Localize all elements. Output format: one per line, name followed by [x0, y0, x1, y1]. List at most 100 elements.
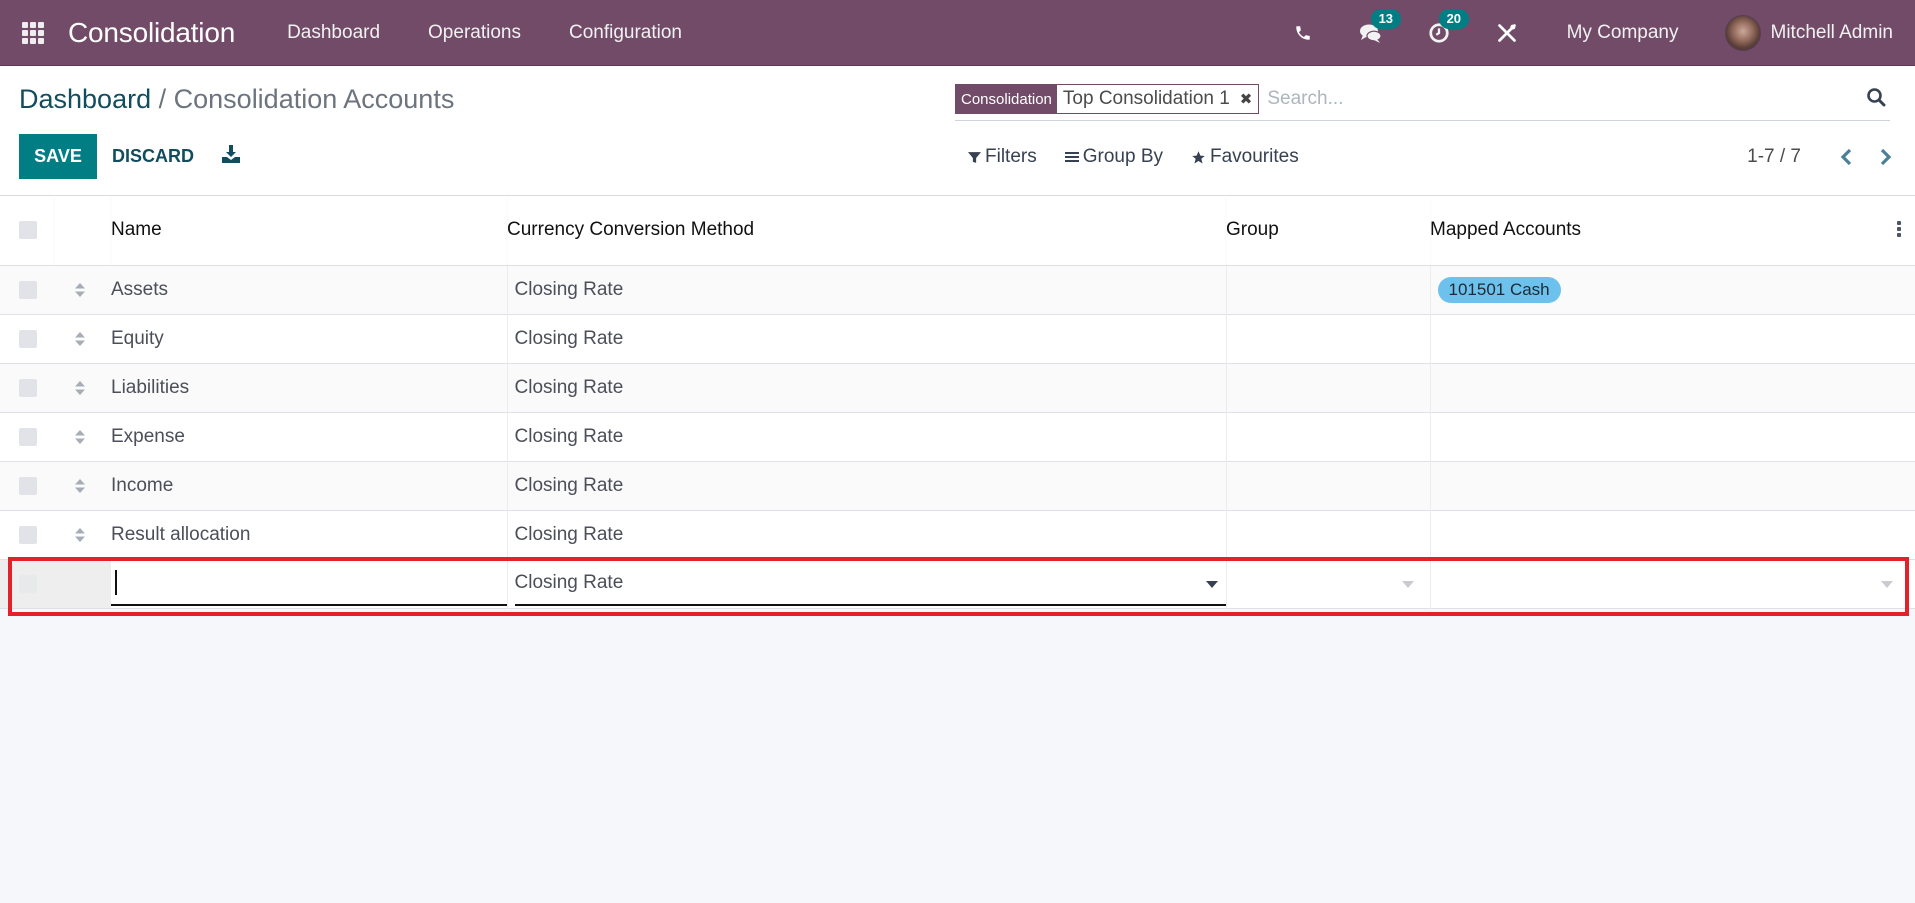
name-input[interactable] — [111, 562, 507, 606]
cell-currency-method[interactable]: Closing Rate — [506, 510, 1226, 559]
chevron-down-icon[interactable] — [1205, 580, 1218, 588]
cell-mapped-accounts[interactable] — [1429, 461, 1915, 510]
debug-tools-icon[interactable] — [1495, 21, 1519, 45]
apps-grid-icon[interactable] — [18, 18, 48, 48]
search-input[interactable] — [1267, 84, 1890, 114]
phone-icon[interactable] — [1291, 21, 1315, 45]
activities-count-badge: 20 — [1438, 9, 1470, 29]
app-title[interactable]: Consolidation — [68, 17, 235, 49]
cell-name[interactable]: Equity — [111, 314, 507, 363]
search-facet: Consolidation Top Consolidation 1 ✖ — [955, 84, 1260, 114]
row-checkbox[interactable] — [19, 378, 37, 397]
cell-mapped-accounts[interactable]: 101501 Cash — [1429, 265, 1915, 314]
row-checkbox[interactable] — [19, 525, 37, 544]
select-all-cell — [0, 196, 54, 266]
cell-name[interactable]: Liabilities — [111, 363, 507, 412]
table-header: Name Currency Conversion Method Group Ma… — [0, 196, 1915, 266]
cell-currency-method[interactable]: Closing Rate — [506, 314, 1226, 363]
systray: 13 20 My Company Mitchell Admin — [1269, 0, 1915, 66]
cell-name[interactable]: Result allocation — [111, 510, 507, 559]
search-options: Filters Group By Favourites — [968, 146, 1327, 168]
handle-cell — [54, 559, 111, 608]
menu-dashboard[interactable]: Dashboard — [287, 22, 380, 44]
column-currency-conversion[interactable]: Currency Conversion Method — [507, 196, 1226, 266]
user-menu[interactable]: Mitchell Admin — [1724, 15, 1894, 51]
cell-mapped-accounts[interactable] — [1429, 412, 1915, 461]
column-group[interactable]: Group — [1226, 196, 1430, 266]
company-switcher[interactable]: My Company — [1567, 22, 1679, 44]
cell-currency-method[interactable]: Closing Rate — [506, 461, 1226, 510]
cell-name[interactable]: Expense — [111, 412, 507, 461]
breadcrumb-dashboard-link[interactable]: Dashboard — [19, 84, 151, 114]
facet-value: Top Consolidation 1 ✖ — [1056, 85, 1259, 113]
messages-count-badge: 13 — [1370, 9, 1402, 29]
cell-group[interactable] — [1225, 265, 1430, 314]
facet-value-text: Top Consolidation 1 — [1062, 88, 1230, 109]
pager-previous-icon[interactable] — [1835, 146, 1857, 168]
accounts-table: Name Currency Conversion Method Group Ma… — [0, 196, 1915, 609]
cell-name[interactable]: Income — [111, 461, 507, 510]
group-by-toggle[interactable]: Group By — [1064, 146, 1163, 168]
cell-mapped-accounts[interactable] — [1429, 314, 1915, 363]
column-name[interactable]: Name — [111, 196, 507, 266]
download-icon[interactable] — [221, 144, 243, 166]
filters-toggle[interactable]: Filters — [968, 146, 1037, 168]
table-row[interactable]: Result allocation Closing Rate — [0, 510, 1915, 559]
table-row[interactable]: Expense Closing Rate — [0, 412, 1915, 461]
group-by-label: Group By — [1082, 146, 1163, 167]
discard-button[interactable]: DISCARD — [112, 134, 194, 179]
mapped-accounts-select[interactable] — [1438, 562, 1915, 606]
activity-clock-icon[interactable]: 20 — [1427, 9, 1470, 45]
search-icon[interactable] — [1866, 87, 1890, 111]
table-row[interactable]: Income Closing Rate — [0, 461, 1915, 510]
user-name: Mitchell Admin — [1770, 22, 1894, 43]
favourites-label: Favourites — [1210, 146, 1299, 167]
pager: 1-7 / 7 — [1747, 146, 1915, 168]
drag-handle-icon[interactable] — [72, 380, 88, 396]
accounts-list: Name Currency Conversion Method Group Ma… — [0, 196, 1915, 609]
cell-group[interactable] — [1225, 412, 1430, 461]
row-checkbox[interactable] — [19, 427, 37, 446]
filters-label: Filters — [985, 146, 1037, 167]
save-button[interactable]: SAVE — [19, 134, 97, 179]
chat-icon[interactable]: 13 — [1359, 9, 1402, 45]
table-row[interactable]: Liabilities Closing Rate — [0, 363, 1915, 412]
cell-group[interactable] — [1225, 363, 1430, 412]
chevron-down-icon[interactable] — [1401, 580, 1414, 588]
currency-method-select[interactable]: Closing Rate — [514, 562, 1226, 606]
facet-remove-icon[interactable]: ✖ — [1240, 90, 1253, 108]
column-mapped-accounts[interactable]: Mapped Accounts — [1430, 196, 1915, 266]
cell-group[interactable] — [1225, 314, 1430, 363]
row-checkbox[interactable] — [19, 280, 37, 299]
chevron-down-icon[interactable] — [1881, 580, 1893, 588]
new-record-row[interactable]: Closing Rate — [0, 559, 1915, 608]
pager-value[interactable]: 1-7 / 7 — [1747, 146, 1801, 168]
row-checkbox[interactable] — [19, 476, 37, 495]
cell-currency-method[interactable]: Closing Rate — [506, 412, 1226, 461]
drag-handle-icon[interactable] — [72, 527, 88, 543]
drag-handle-icon[interactable] — [72, 429, 88, 445]
select-all-checkbox[interactable] — [19, 221, 37, 240]
favourites-toggle[interactable]: Favourites — [1191, 146, 1299, 168]
table-row[interactable]: Assets Closing Rate 101501 Cash — [0, 265, 1915, 314]
cell-currency-method[interactable]: Closing Rate — [506, 265, 1226, 314]
cell-group[interactable] — [1225, 510, 1430, 559]
cell-name[interactable]: Assets — [111, 265, 507, 314]
cell-group[interactable] — [1225, 461, 1430, 510]
group-select[interactable] — [1234, 562, 1430, 606]
cell-mapped-accounts[interactable] — [1429, 363, 1915, 412]
table-row[interactable]: Equity Closing Rate — [0, 314, 1915, 363]
optional-columns-icon[interactable] — [1897, 221, 1903, 239]
pager-next-icon[interactable] — [1875, 146, 1897, 168]
drag-handle-icon[interactable] — [72, 282, 88, 298]
drag-handle-icon[interactable] — [72, 478, 88, 494]
cell-mapped-accounts[interactable] — [1429, 510, 1915, 559]
menu-operations[interactable]: Operations — [428, 22, 521, 44]
drag-handle-icon[interactable] — [72, 331, 88, 347]
row-checkbox[interactable] — [19, 329, 37, 348]
menu-configuration[interactable]: Configuration — [569, 22, 682, 44]
row-checkbox — [19, 574, 37, 593]
facet-category: Consolidation — [956, 85, 1057, 113]
cell-currency-method[interactable]: Closing Rate — [506, 363, 1226, 412]
search-bar: Consolidation Top Consolidation 1 ✖ — [955, 83, 1890, 121]
